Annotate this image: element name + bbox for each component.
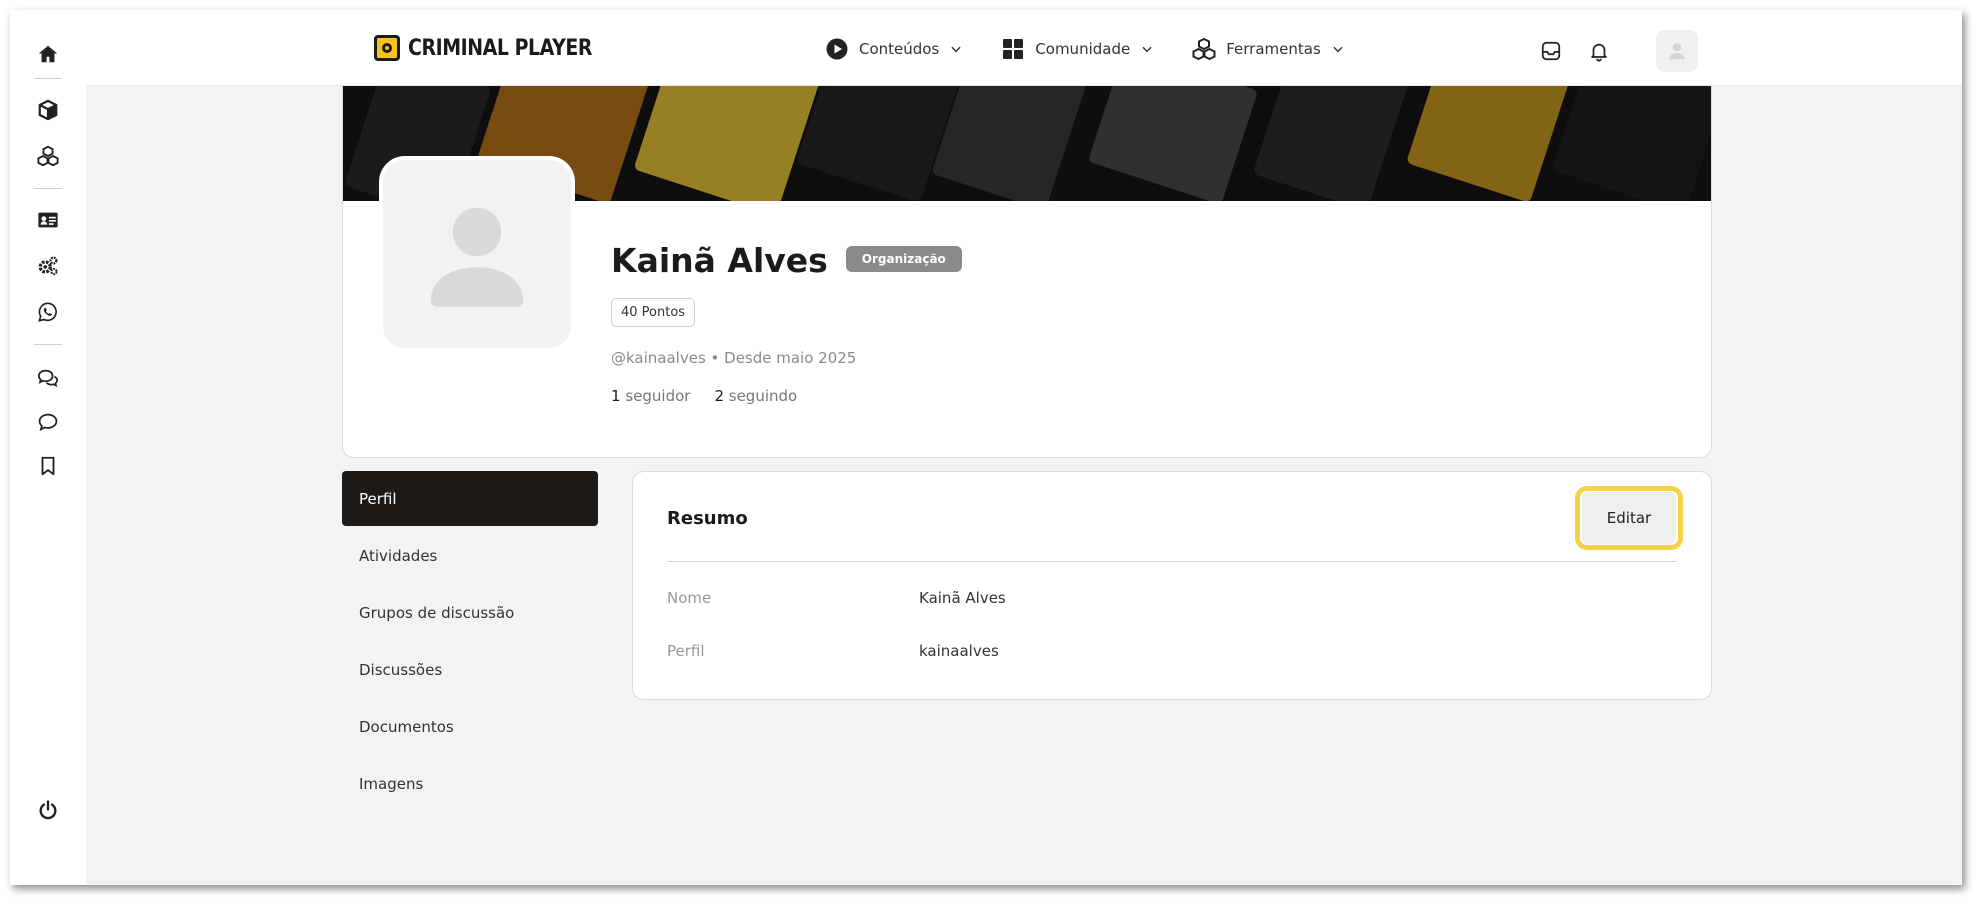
user-avatar[interactable] (1656, 30, 1698, 72)
rail-divider (34, 78, 62, 79)
inbox-icon[interactable] (1538, 38, 1564, 64)
nav-label: Conteúdos (859, 40, 940, 58)
id-card-icon[interactable] (34, 206, 62, 234)
menu-item-atividades[interactable]: Atividades (342, 528, 598, 583)
menu-item-grupos[interactable]: Grupos de discussão (342, 585, 598, 640)
rail-divider (34, 188, 62, 189)
user-silhouette-icon (430, 207, 524, 307)
edit-button-label: Editar (1582, 492, 1676, 544)
grid-icon (1003, 39, 1024, 59)
profile-name: Kainã Alves (611, 241, 828, 280)
edit-button[interactable]: Editar (1575, 486, 1683, 550)
user-silhouette-icon (1669, 43, 1685, 60)
top-navigation-bar: CRIMINAL PLAYER Conteúdos Comunidade Fer… (86, 10, 1962, 86)
app-window: CRIMINAL PLAYER Conteúdos Comunidade Fer… (10, 10, 1962, 885)
bookmark-icon[interactable] (34, 452, 62, 480)
chat-bubble-icon[interactable] (34, 408, 62, 436)
nav-comunidade[interactable]: Comunidade (1001, 37, 1154, 61)
main-nav: Conteúdos Comunidade Ferramentas (825, 34, 1345, 64)
menu-item-imagens[interactable]: Imagens (342, 756, 598, 811)
following-label: seguindo (728, 387, 798, 405)
nav-label: Ferramentas (1226, 40, 1321, 58)
field-label-perfil: Perfil (667, 642, 705, 660)
chevron-down-icon (951, 46, 961, 53)
chevron-down-icon (1142, 46, 1152, 53)
following-link[interactable]: 2 seguindo (714, 387, 797, 405)
field-value-nome: Kainã Alves (919, 589, 1006, 607)
menu-item-perfil[interactable]: Perfil (342, 471, 598, 526)
menu-item-discussoes[interactable]: Discussões (342, 642, 598, 697)
follow-stats: 1 seguidor 2 seguindo (611, 387, 797, 405)
divider (667, 561, 1677, 562)
nav-conteudos[interactable]: Conteúdos (825, 37, 963, 61)
points-badge: 40 Pontos (611, 298, 696, 327)
chat-bubbles-icon[interactable] (34, 364, 62, 392)
rail-divider (34, 344, 62, 345)
followers-count: 1 (611, 387, 621, 405)
profile-side-menu: Perfil Atividades Grupos de discussão Di… (342, 471, 598, 813)
followers-label: seguidor (625, 387, 691, 405)
organization-badge: Organização (845, 245, 962, 272)
profile-avatar[interactable] (379, 156, 575, 352)
brand-logo[interactable]: CRIMINAL PLAYER (374, 32, 622, 64)
box-icon[interactable] (34, 96, 62, 124)
chevron-down-icon (1333, 46, 1343, 53)
left-icon-rail (10, 10, 86, 885)
menu-item-documentos[interactable]: Documentos (342, 699, 598, 754)
cubes-icon (1192, 37, 1216, 61)
power-icon[interactable] (34, 796, 62, 824)
gears-icon[interactable] (34, 252, 62, 280)
top-actions (1538, 30, 1698, 72)
profile-header-card: Kainã Alves Organização 40 Pontos @kaina… (342, 86, 1712, 458)
profile-meta: @kainaalves • Desde maio 2025 (611, 349, 857, 367)
nav-label: Comunidade (1035, 40, 1131, 58)
logo-icon (374, 35, 400, 61)
field-label-nome: Nome (667, 589, 712, 607)
whatsapp-icon[interactable] (34, 298, 62, 326)
followers-link[interactable]: 1 seguidor (611, 387, 690, 405)
following-count: 2 (714, 387, 724, 405)
brand-name: CRIMINAL PLAYER (408, 35, 592, 61)
boxes-icon[interactable] (34, 142, 62, 170)
summary-title: Resumo (667, 508, 748, 529)
bell-icon[interactable] (1586, 38, 1612, 64)
profile-name-row: Kainã Alves Organização (611, 241, 962, 280)
home-icon[interactable] (34, 40, 62, 68)
play-circle-icon (826, 38, 848, 60)
summary-card: Resumo Editar Nome Kainã Alves Perfil ka… (632, 471, 1712, 700)
field-value-perfil: kainaalves (919, 642, 999, 660)
nav-ferramentas[interactable]: Ferramentas (1192, 37, 1345, 61)
